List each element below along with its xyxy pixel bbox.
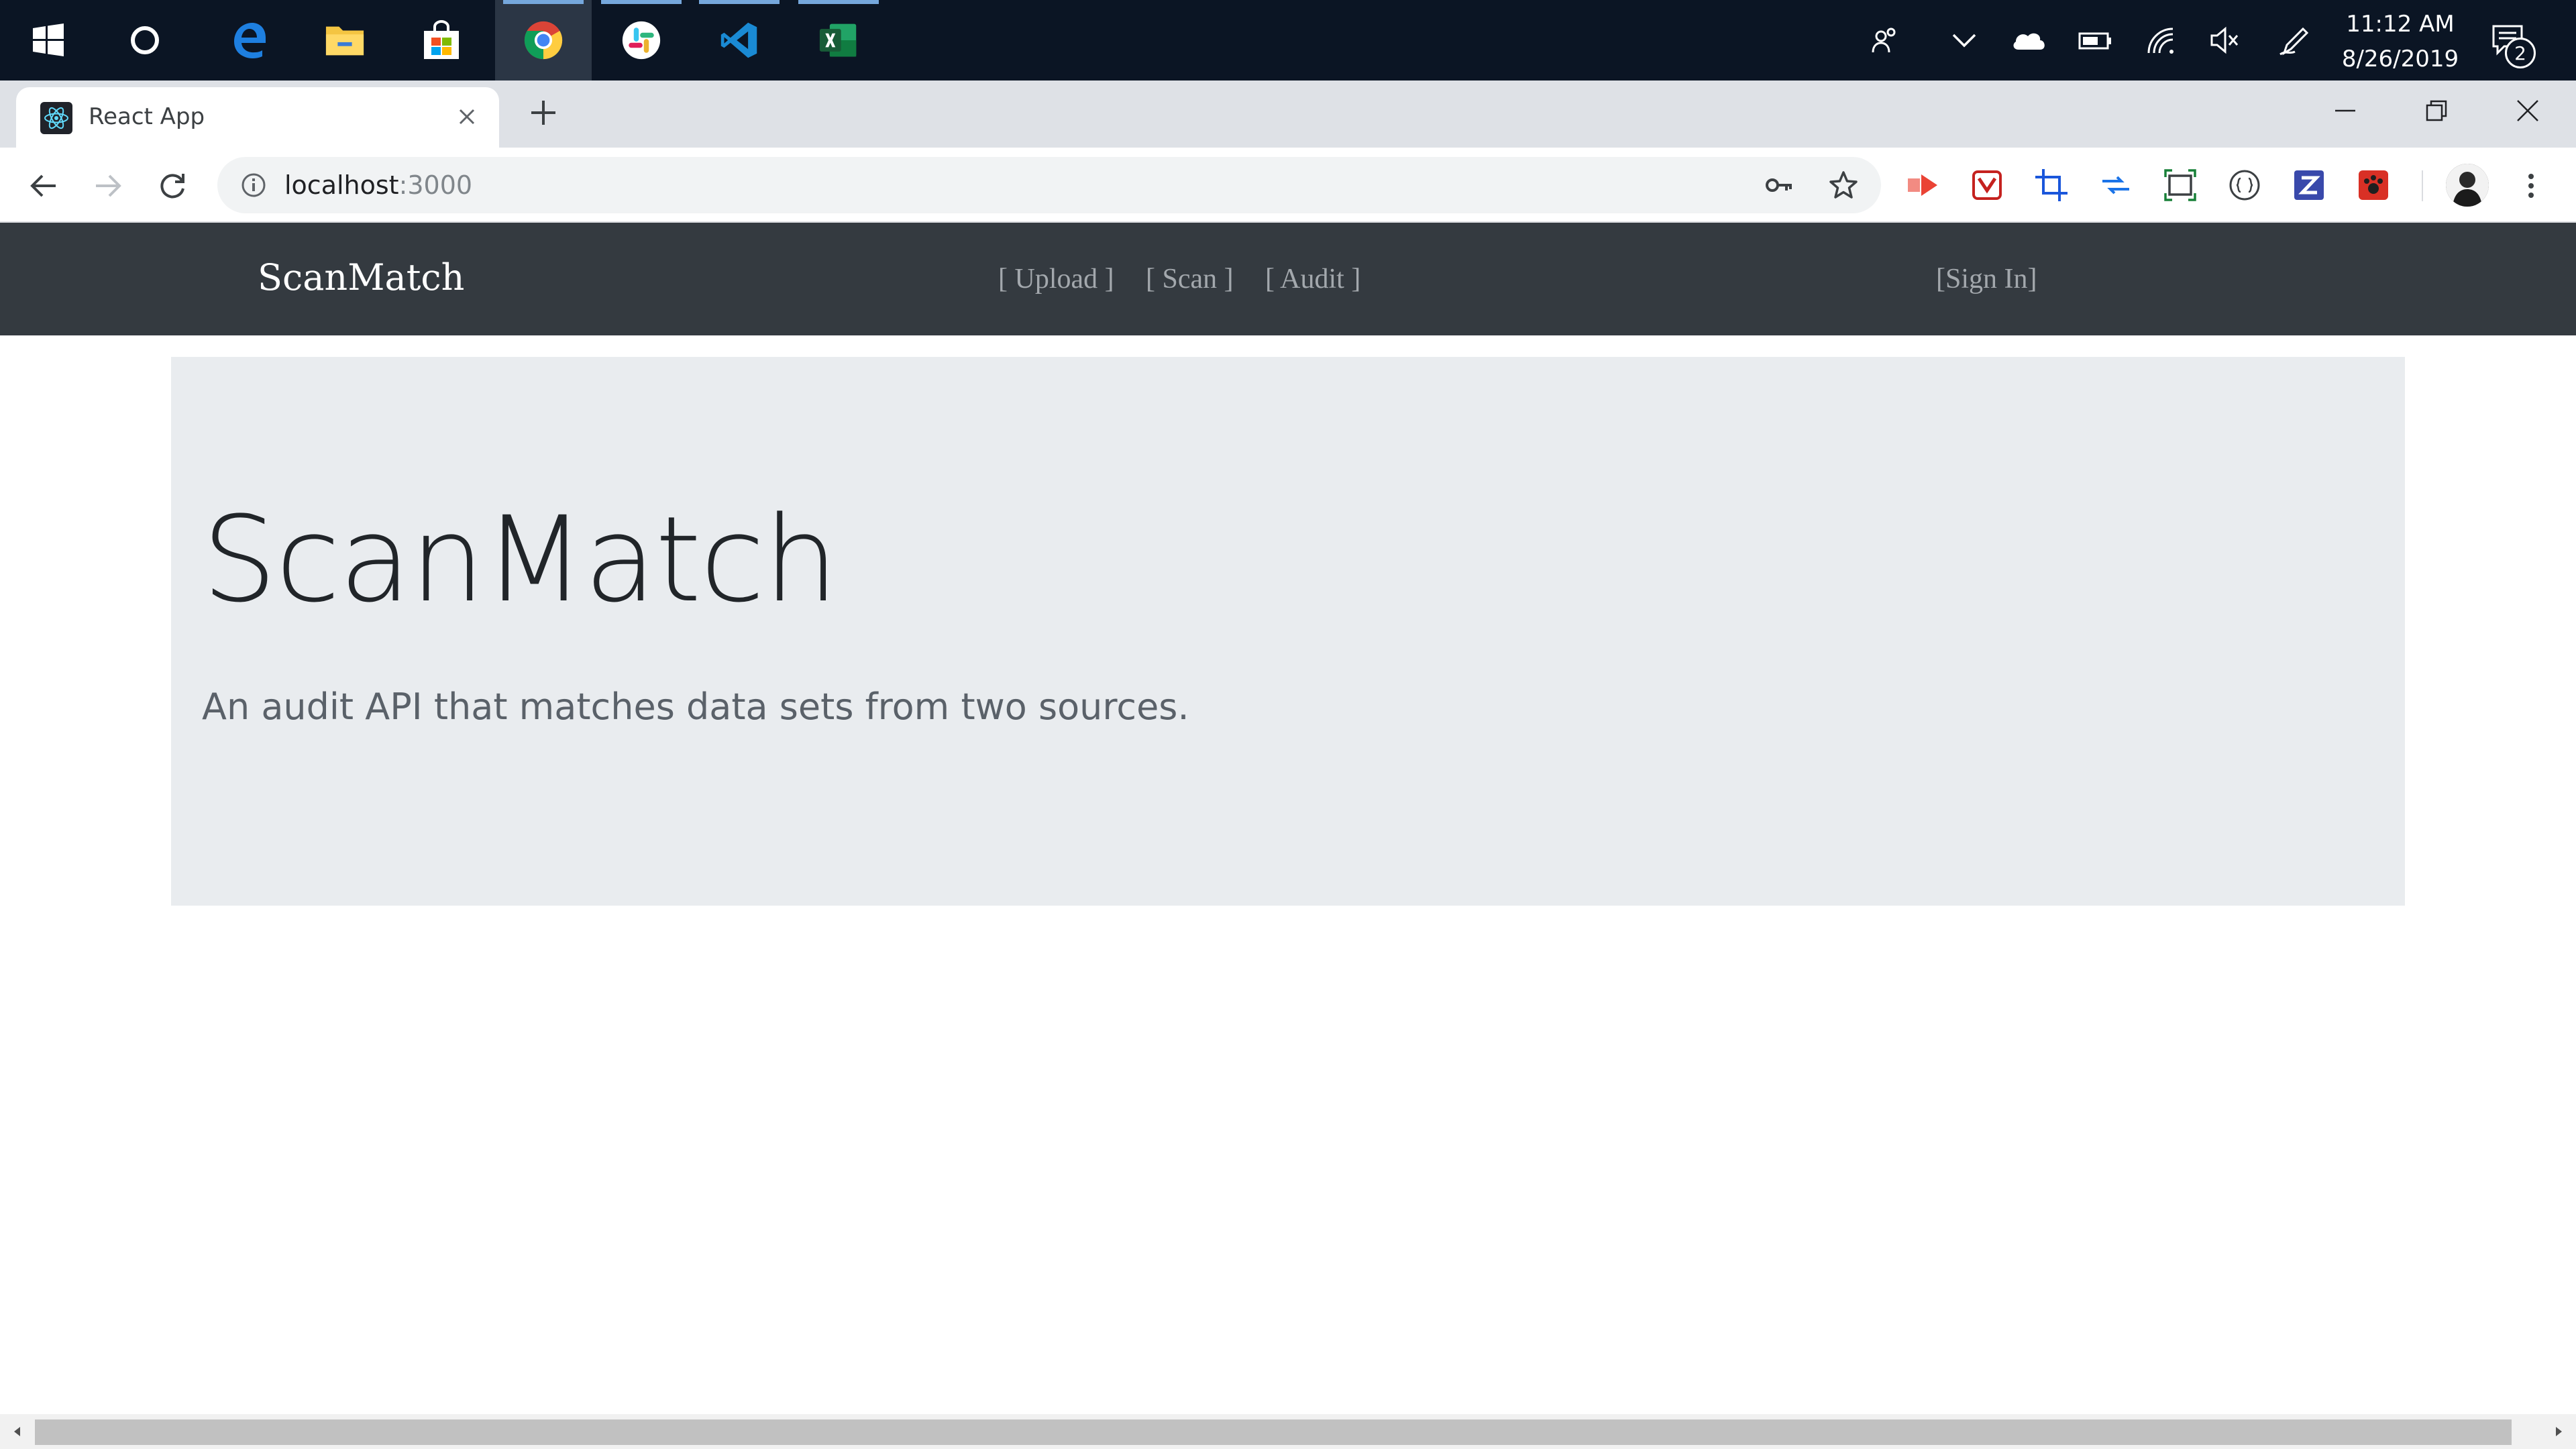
folder-icon bbox=[325, 20, 365, 60]
extension-transfer-icon[interactable] bbox=[2097, 166, 2135, 204]
vscode-icon bbox=[719, 20, 759, 60]
taskbar-clock[interactable]: 11:12 AM 8/26/2019 bbox=[2326, 7, 2474, 74]
url-port: :3000 bbox=[398, 170, 473, 200]
cortana-circle-icon bbox=[125, 20, 165, 60]
profile-avatar[interactable] bbox=[2446, 164, 2489, 207]
nav-link-audit[interactable]: [ Audit ] bbox=[1265, 263, 1360, 295]
clock-time: 11:12 AM bbox=[2346, 11, 2455, 38]
scroll-left-arrow-icon[interactable] bbox=[0, 1414, 35, 1449]
nav-link-sign-in[interactable]: [Sign In] bbox=[1936, 263, 2037, 295]
taskbar-excel[interactable] bbox=[790, 0, 887, 80]
scrollbar-thumb[interactable] bbox=[35, 1419, 2512, 1445]
volume-muted-icon[interactable] bbox=[2204, 20, 2245, 60]
tab-react-app[interactable]: React App bbox=[16, 87, 499, 148]
windows-taskbar: 11:12 AM 8/26/2019 2 bbox=[0, 0, 2576, 80]
wifi-icon[interactable] bbox=[2140, 20, 2180, 60]
extension-z-icon[interactable] bbox=[2290, 166, 2328, 204]
address-bar[interactable]: localhost:3000 bbox=[217, 157, 1881, 213]
bookmark-star-icon[interactable] bbox=[1826, 168, 1861, 203]
site-navbar: ScanMatch [ Upload ] [ Scan ] [ Audit ] … bbox=[0, 223, 2576, 335]
window-close-icon[interactable] bbox=[2482, 80, 2573, 141]
navbar-brand[interactable]: ScanMatch bbox=[258, 256, 464, 299]
chrome-icon bbox=[523, 20, 564, 60]
extension-json-icon[interactable] bbox=[2226, 166, 2263, 204]
excel-icon bbox=[818, 20, 859, 60]
browser-tab-strip: React App bbox=[0, 80, 2576, 148]
pen-workspace-icon[interactable] bbox=[2274, 20, 2314, 60]
taskbar-slack[interactable] bbox=[593, 0, 690, 80]
scroll-right-arrow-icon[interactable] bbox=[2541, 1414, 2576, 1449]
forward-arrow-icon[interactable] bbox=[87, 165, 129, 207]
browser-toolbar: localhost:3000 bbox=[0, 148, 2576, 223]
minimize-icon[interactable] bbox=[2300, 80, 2391, 141]
key-icon[interactable] bbox=[1762, 168, 1796, 203]
notification-count-badge: 2 bbox=[2505, 38, 2536, 68]
page-lead-text: An audit API that matches data sets from… bbox=[202, 686, 1189, 728]
tab-title: React App bbox=[89, 103, 205, 130]
running-indicator bbox=[601, 0, 682, 4]
back-arrow-icon[interactable] bbox=[23, 165, 64, 207]
horizontal-scrollbar[interactable] bbox=[0, 1414, 2576, 1449]
running-indicator bbox=[699, 0, 780, 4]
slack-icon bbox=[621, 20, 661, 60]
taskbar-store[interactable] bbox=[393, 0, 490, 80]
running-indicator bbox=[503, 0, 584, 4]
battery-icon[interactable] bbox=[2076, 20, 2116, 60]
jumbotron: ScanMatch An audit API that matches data… bbox=[171, 357, 2405, 906]
extension-cast-icon[interactable] bbox=[1904, 166, 1941, 204]
taskbar-vscode[interactable] bbox=[691, 0, 788, 80]
new-tab-plus-icon[interactable] bbox=[522, 91, 565, 134]
extension-crop-icon[interactable] bbox=[2033, 166, 2070, 204]
site-info-icon[interactable] bbox=[236, 168, 271, 203]
clock-date: 8/26/2019 bbox=[2341, 46, 2459, 72]
url-host: localhost bbox=[284, 170, 399, 200]
start-button[interactable] bbox=[0, 0, 97, 80]
toolbar-separator bbox=[2422, 170, 2423, 201]
cortana-button[interactable] bbox=[97, 0, 193, 80]
react-logo-icon bbox=[40, 102, 72, 134]
running-indicator bbox=[798, 0, 879, 4]
extension-paw-icon[interactable] bbox=[2355, 166, 2392, 204]
edge-icon bbox=[228, 20, 268, 60]
store-bag-icon bbox=[421, 20, 462, 60]
chevron-up-icon[interactable] bbox=[1944, 20, 1984, 60]
people-icon[interactable] bbox=[1865, 20, 1905, 60]
extension-mcafee-icon[interactable] bbox=[1968, 166, 2006, 204]
page-title: ScanMatch bbox=[202, 491, 839, 629]
taskbar-edge[interactable] bbox=[200, 0, 297, 80]
onedrive-cloud-icon[interactable] bbox=[2008, 20, 2049, 60]
nav-link-upload[interactable]: [ Upload ] bbox=[998, 263, 1114, 295]
taskbar-chrome[interactable] bbox=[495, 0, 592, 80]
reload-icon[interactable] bbox=[152, 165, 193, 207]
windows-logo-icon bbox=[28, 20, 68, 60]
more-menu-icon[interactable] bbox=[2510, 165, 2552, 207]
extension-screenshot-icon[interactable] bbox=[2161, 166, 2199, 204]
nav-link-scan[interactable]: [ Scan ] bbox=[1146, 263, 1234, 295]
restore-icon[interactable] bbox=[2391, 80, 2482, 141]
taskbar-file-explorer[interactable] bbox=[297, 0, 393, 80]
tab-close-icon[interactable] bbox=[449, 99, 484, 134]
address-url[interactable]: localhost:3000 bbox=[284, 170, 472, 200]
